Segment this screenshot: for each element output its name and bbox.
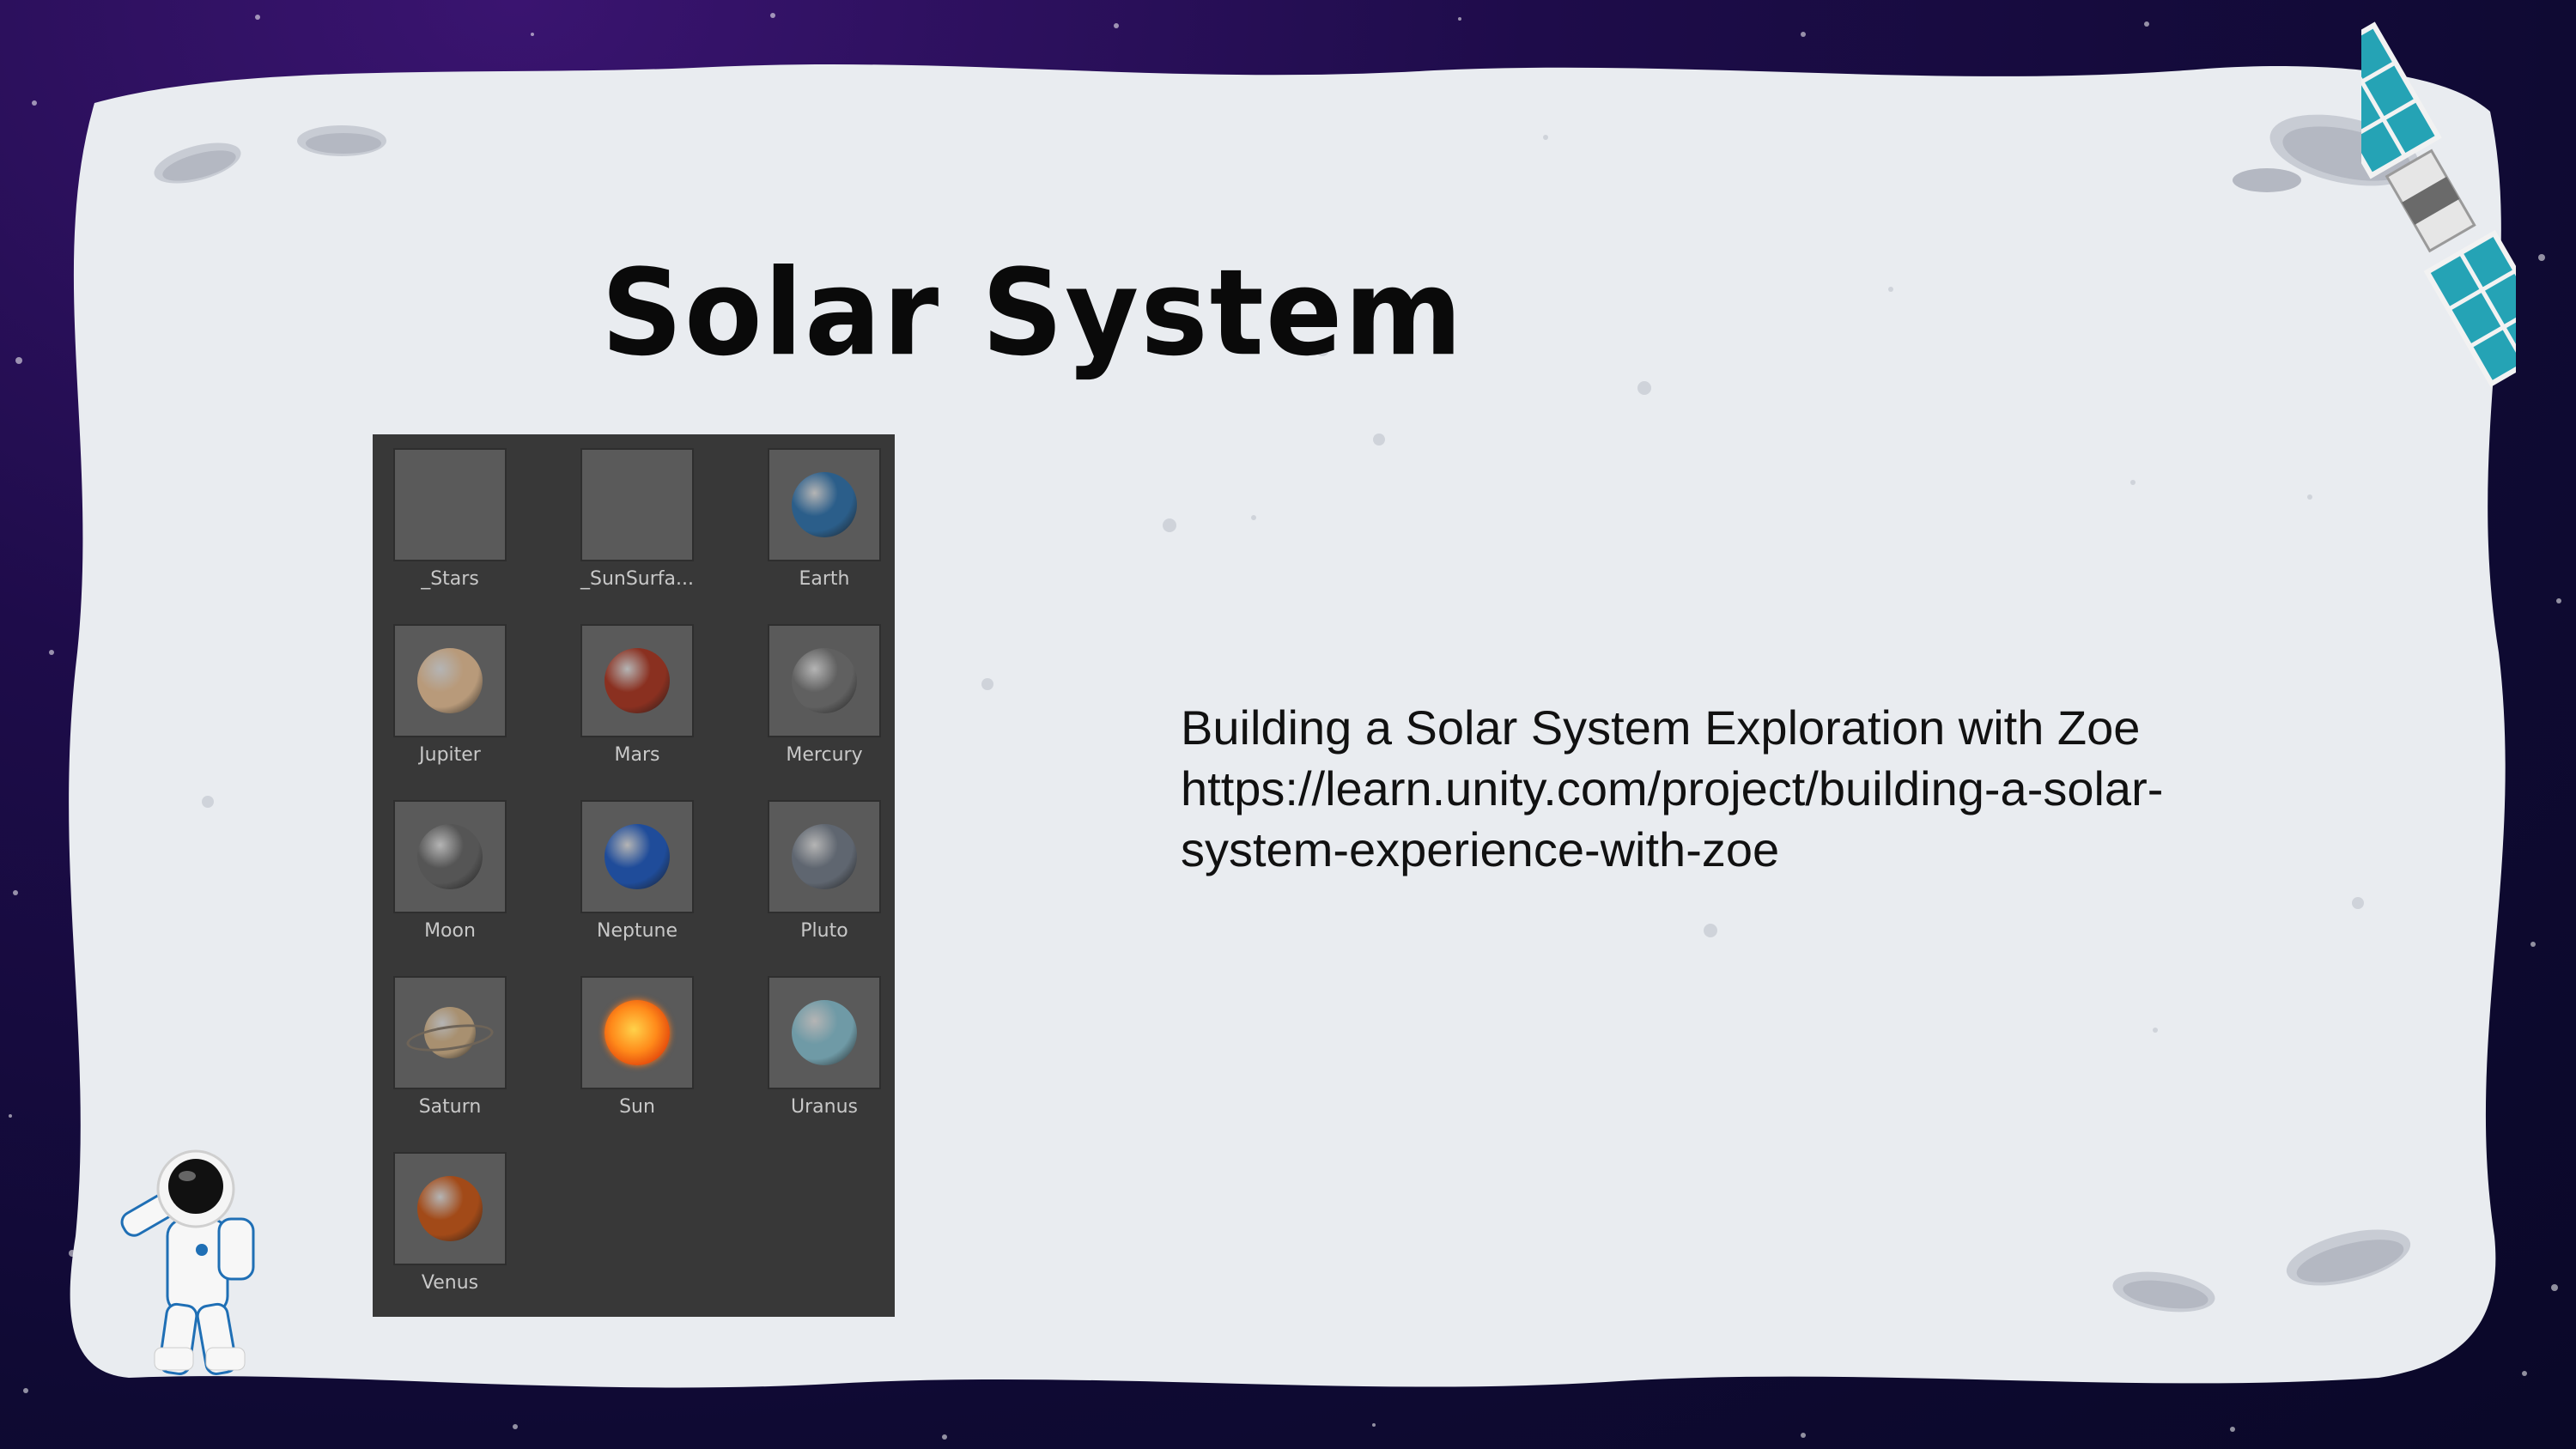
- asset-thumbnail: [768, 800, 881, 913]
- satellite-illustration: [2361, 21, 2516, 387]
- sun-icon: [605, 1000, 670, 1065]
- asset-label: Sun: [619, 1096, 655, 1118]
- mercury-icon: [792, 648, 857, 713]
- asset-label: Mars: [614, 744, 660, 766]
- slide-title: Solar System: [601, 244, 1464, 383]
- asset-thumbnail: [580, 976, 694, 1089]
- project-url-line-2[interactable]: system-experience-with-zoe: [1181, 819, 2263, 880]
- asset-label: Uranus: [791, 1096, 858, 1118]
- asset-label: Mercury: [786, 744, 863, 766]
- asset-thumbnail: [393, 1152, 507, 1265]
- asset-item-jupiter[interactable]: Jupiter: [373, 610, 527, 782]
- moon-icon: [417, 824, 483, 889]
- asset-item-neptune[interactable]: Neptune: [560, 786, 714, 958]
- earth-icon: [792, 472, 857, 537]
- jupiter-icon: [417, 648, 483, 713]
- neptune-icon: [605, 824, 670, 889]
- asset-item-venus[interactable]: Venus: [373, 1138, 527, 1310]
- asset-label: Jupiter: [419, 744, 481, 766]
- asset-label: Saturn: [418, 1096, 482, 1118]
- astronaut-illustration: [120, 1149, 255, 1375]
- project-info-text: Building a Solar System Exploration with…: [1181, 697, 2263, 880]
- asset-item-pluto[interactable]: Pluto: [747, 786, 902, 958]
- unity-asset-grid-panel: _Stars _SunSurfa... Earth Jupiter Mars Mercur…: [373, 434, 895, 1317]
- asset-item-sun[interactable]: Sun: [560, 962, 714, 1134]
- asset-label: Neptune: [596, 920, 677, 942]
- project-url-line-1[interactable]: https://learn.unity.com/project/building…: [1181, 758, 2263, 819]
- asset-thumbnail: [393, 624, 507, 737]
- asset-label: _SunSurfa...: [580, 568, 694, 590]
- blank-material-icon: [393, 448, 507, 561]
- asset-item-uranus[interactable]: Uranus: [747, 962, 902, 1134]
- asset-label: Earth: [799, 568, 850, 590]
- uranus-icon: [792, 1000, 857, 1065]
- asset-thumbnail: [393, 976, 507, 1089]
- asset-thumbnail: [580, 800, 694, 913]
- asset-thumbnail: [393, 800, 507, 913]
- slide-card: Solar System _Stars _SunSurfa... Earth Jupi…: [60, 21, 2516, 1391]
- project-title-line: Building a Solar System Exploration with…: [1181, 700, 2141, 755]
- asset-thumbnail: [580, 624, 694, 737]
- asset-label: Venus: [421, 1272, 479, 1294]
- asset-label: Moon: [424, 920, 476, 942]
- asset-thumbnail: [768, 624, 881, 737]
- asset-item-stars[interactable]: _Stars: [373, 434, 527, 606]
- asset-item-mars[interactable]: Mars: [560, 610, 714, 782]
- blank-material-icon: [580, 448, 694, 561]
- asset-item-moon[interactable]: Moon: [373, 786, 527, 958]
- mars-icon: [605, 648, 670, 713]
- venus-icon: [417, 1176, 483, 1241]
- asset-item-saturn[interactable]: Saturn: [373, 962, 527, 1134]
- asset-label: _Stars: [421, 568, 479, 590]
- asset-item-earth[interactable]: Earth: [747, 434, 902, 606]
- asset-item-mercury[interactable]: Mercury: [747, 610, 902, 782]
- asset-label: Pluto: [800, 920, 848, 942]
- asset-item-sunsurfa[interactable]: _SunSurfa...: [560, 434, 714, 606]
- asset-thumbnail: [768, 448, 881, 561]
- asset-thumbnail: [768, 976, 881, 1089]
- pluto-icon: [792, 824, 857, 889]
